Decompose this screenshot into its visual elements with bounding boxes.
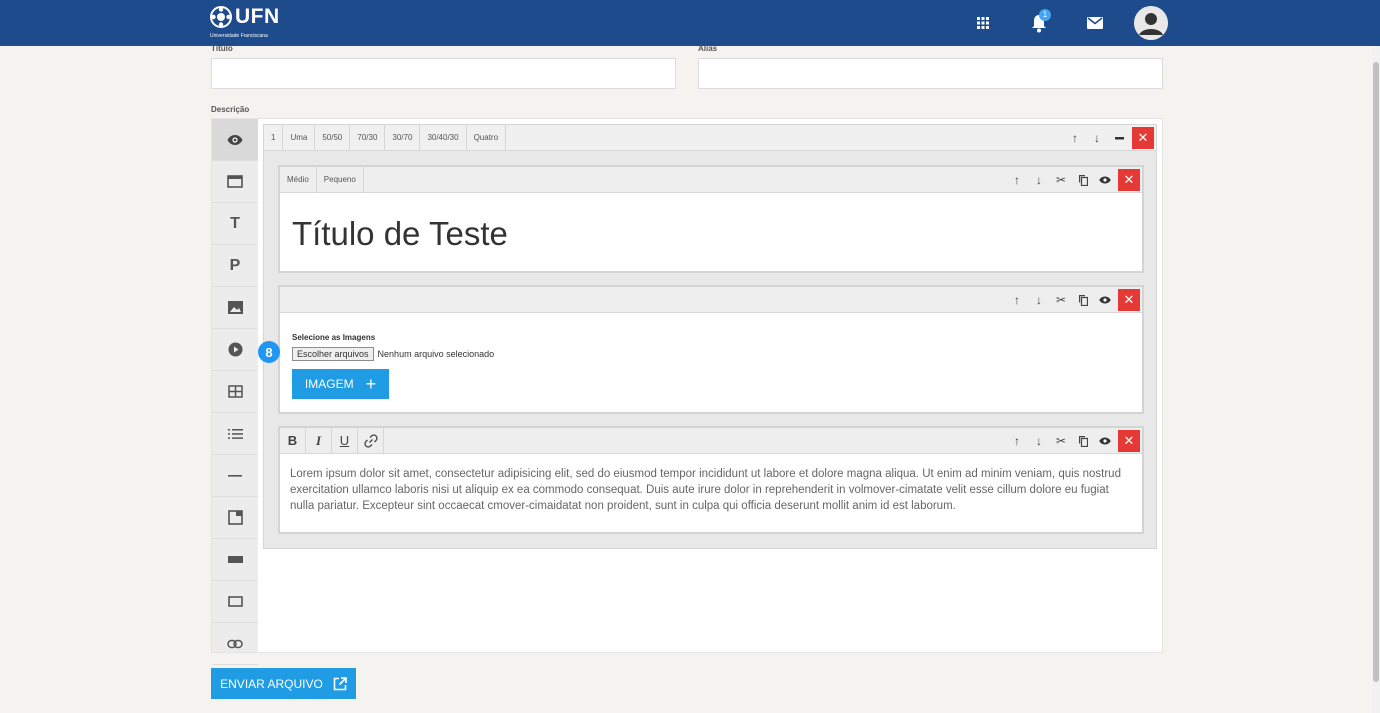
link-icon[interactable] — [212, 623, 258, 665]
block-move-up-icon[interactable]: ↑ — [1006, 428, 1028, 454]
logo-text: UFN — [235, 5, 280, 28]
row-minimize-icon[interactable] — [1108, 125, 1130, 151]
block-close-icon[interactable]: ✕ — [1118, 430, 1140, 452]
file-input[interactable]: Escolher arquivos Nenhum arquivo selecio… — [292, 347, 494, 361]
list-icon[interactable] — [212, 413, 258, 455]
copy-icon[interactable] — [1072, 287, 1094, 313]
title-input[interactable] — [211, 58, 676, 89]
logo-subtitle: Universidade Franciscana — [210, 33, 268, 39]
paragraph-icon[interactable]: P — [212, 245, 258, 287]
add-image-label: IMAGEM — [304, 377, 354, 391]
block-move-down-icon[interactable]: ↓ — [1028, 167, 1050, 193]
top-app-bar: UFN Universidade Franciscana 1 — [0, 0, 1380, 46]
image-block-toolbar: ↑ ↓ ✂ ✕ — [280, 287, 1142, 313]
ufn-logo[interactable]: UFN Universidade Franciscana — [210, 5, 280, 39]
underline-button[interactable]: U — [332, 427, 358, 454]
row-toolbar: 1 Uma 50/50 70/30 30/70 30/40/30 Quatro … — [264, 124, 1156, 151]
scissors-icon[interactable]: ✂ — [1050, 428, 1072, 454]
block-close-icon[interactable]: ✕ — [1118, 169, 1140, 191]
row-close-icon[interactable]: ✕ — [1132, 127, 1154, 149]
mail-icon[interactable] — [1078, 6, 1112, 40]
size-option-pequeno[interactable]: Pequeno — [317, 166, 364, 193]
bold-button[interactable]: B — [280, 427, 306, 454]
block-move-down-icon[interactable]: ↓ — [1028, 428, 1050, 454]
block-move-up-icon[interactable]: ↑ — [1006, 167, 1028, 193]
text-block: B I U ↑ ↓ ✂ ✕ Lorem ipsum dolor sit amet… — [278, 426, 1144, 534]
scissors-icon[interactable]: ✂ — [1050, 287, 1072, 313]
image-icon[interactable] — [212, 287, 258, 329]
select-images-label: Selecione as Imagens — [292, 333, 376, 342]
row-container: 1 Uma 50/50 70/30 30/70 30/40/30 Quatro … — [258, 124, 1157, 549]
notification-badge: 1 — [1039, 9, 1051, 21]
divider-icon[interactable] — [212, 455, 258, 497]
choose-files-button[interactable]: Escolher arquivos — [292, 347, 374, 361]
block-close-icon[interactable]: ✕ — [1118, 289, 1140, 311]
open-in-new-icon[interactable] — [212, 497, 258, 539]
component-sidebar: T P — [212, 119, 258, 665]
apps-grid-icon[interactable] — [966, 6, 1000, 40]
block-move-up-icon[interactable]: ↑ — [1006, 287, 1028, 313]
copy-icon[interactable] — [1072, 428, 1094, 454]
link-icon[interactable] — [358, 427, 384, 454]
step-number-badge: 8 — [258, 341, 280, 363]
title-block-toolbar: Médio Pequeno ↑ ↓ ✂ ✕ — [280, 166, 1142, 193]
size-option-medio[interactable]: Médio — [280, 166, 317, 193]
send-file-button[interactable]: ENVIAR ARQUIVO — [211, 668, 356, 699]
scissors-icon[interactable]: ✂ — [1050, 167, 1072, 193]
video-play-icon[interactable] — [212, 329, 258, 371]
layout-option-uma[interactable]: Uma — [283, 124, 316, 151]
block-move-down-icon[interactable]: ↓ — [1028, 287, 1050, 313]
preview-eye-icon[interactable] — [212, 119, 258, 161]
layout-option-30-40-30[interactable]: 30/40/30 — [420, 124, 467, 151]
title-block: Médio Pequeno ↑ ↓ ✂ ✕ Título de Teste — [278, 165, 1144, 273]
layout-option-70-30[interactable]: 70/30 — [350, 124, 386, 151]
scrollbar-thumb[interactable] — [1373, 62, 1379, 682]
visibility-eye-icon[interactable] — [1094, 287, 1116, 313]
title-label: Título — [211, 44, 233, 53]
text-format-toolbar: B I U ↑ ↓ ✂ ✕ — [280, 427, 1142, 454]
alias-label: Alias — [698, 44, 718, 53]
send-file-label: ENVIAR ARQUIVO — [220, 676, 323, 691]
title-text-icon[interactable]: T — [212, 203, 258, 245]
ufn-emblem-icon — [210, 6, 232, 28]
paragraph-content[interactable]: Lorem ipsum dolor sit amet, consectetur … — [290, 466, 1136, 514]
table-icon[interactable] — [212, 371, 258, 413]
italic-button[interactable]: I — [306, 427, 332, 454]
description-label: Descrição — [211, 105, 250, 114]
row-move-down-icon[interactable]: ↓ — [1086, 125, 1108, 151]
alias-input[interactable] — [698, 58, 1163, 89]
row-columns-count: 1 — [264, 124, 284, 151]
file-status-text: Nenhum arquivo selecionado — [377, 349, 495, 359]
title-block-heading[interactable]: Título de Teste — [292, 215, 508, 253]
add-image-button[interactable]: IMAGEM + — [292, 369, 389, 399]
copy-icon[interactable] — [1072, 167, 1094, 193]
layout-option-50-50[interactable]: 50/50 — [315, 124, 351, 151]
page-builder-editor: T P 1 Uma 50/50 70/30 30/70 30/40/30 Qua… — [211, 118, 1163, 665]
plus-icon: + — [365, 374, 377, 394]
visibility-eye-icon[interactable] — [1094, 167, 1116, 193]
row-move-up-icon[interactable]: ↑ — [1064, 125, 1086, 151]
visibility-eye-icon[interactable] — [1094, 428, 1116, 454]
separator-bar-icon[interactable] — [212, 539, 258, 581]
layout-option-quatro[interactable]: Quatro — [467, 124, 507, 151]
bell-icon[interactable]: 1 — [1022, 6, 1056, 40]
page-scrollbar[interactable] — [1372, 46, 1380, 713]
box-frame-icon[interactable] — [212, 581, 258, 623]
account-avatar[interactable] — [1134, 6, 1168, 40]
layout-option-30-70[interactable]: 30/70 — [385, 124, 421, 151]
layout-row-icon[interactable] — [212, 161, 258, 203]
open-in-new-icon — [333, 676, 347, 690]
image-block: ↑ ↓ ✂ ✕ Selecione as Imagens Escolher ar… — [258, 285, 1144, 414]
